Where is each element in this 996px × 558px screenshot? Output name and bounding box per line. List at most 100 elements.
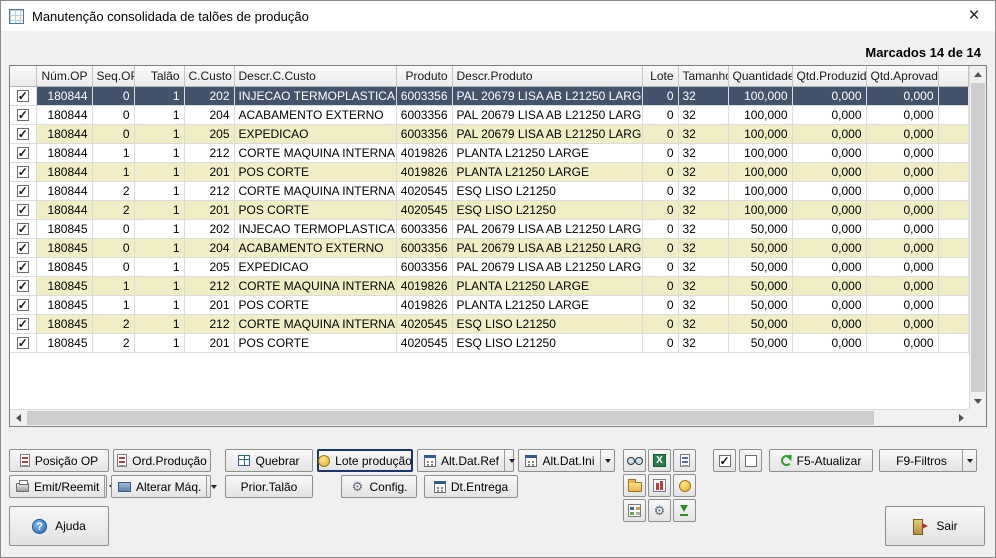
cell-seq_op: 0 — [92, 86, 134, 105]
row-checkbox[interactable] — [17, 166, 29, 178]
alterar-maq-button[interactable]: Alterar Máq. — [111, 475, 211, 498]
horizontal-scrollbar[interactable] — [10, 409, 969, 426]
column-header-qtd_produzida[interactable]: Qtd.Produzida — [792, 66, 866, 86]
row-select-cell[interactable] — [10, 105, 36, 124]
uncheck-all-button[interactable] — [739, 449, 762, 472]
exit-icon — [912, 519, 928, 533]
dropdown-arrow-icon[interactable] — [600, 450, 614, 471]
close-button[interactable] — [953, 1, 995, 31]
column-header-talao[interactable]: Talão — [134, 66, 184, 86]
config-button[interactable]: Config. — [341, 475, 417, 498]
dt-entrega-button[interactable]: Dt.Entrega — [424, 475, 518, 498]
row-checkbox[interactable] — [17, 90, 29, 102]
column-header-produto[interactable]: Produto — [396, 66, 452, 86]
row-select-cell[interactable] — [10, 86, 36, 105]
scroll-left-button[interactable] — [10, 410, 26, 426]
column-header-num_op[interactable]: Núm.OP — [36, 66, 92, 86]
row-checkbox[interactable] — [17, 318, 29, 330]
row-checkbox[interactable] — [17, 299, 29, 311]
column-header-qtd_aprovada[interactable]: Qtd.Aprovada — [866, 66, 938, 86]
dropdown-arrow-icon[interactable] — [504, 450, 518, 471]
report-button[interactable] — [673, 449, 696, 472]
cell-c_custo: 201 — [184, 333, 234, 352]
row-select-cell[interactable] — [10, 238, 36, 257]
row-select-cell[interactable] — [10, 124, 36, 143]
column-header-quantidade[interactable]: Quantidade — [728, 66, 792, 86]
vertical-scrollbar[interactable] — [969, 66, 986, 409]
table-row[interactable]: 18084421212CORTE MAQUINA INTERNA4020545E… — [10, 181, 969, 200]
sair-button[interactable]: Sair — [885, 506, 985, 546]
column-header-seq_op[interactable]: Seq.OP — [92, 66, 134, 86]
row-checkbox[interactable] — [17, 109, 29, 121]
chart-button[interactable] — [648, 474, 671, 497]
table-row[interactable]: 18084421201POS CORTE4020545ESQ LISO L212… — [10, 200, 969, 219]
settings-button[interactable] — [648, 499, 671, 522]
row-checkbox[interactable] — [17, 223, 29, 235]
money-button[interactable] — [673, 474, 696, 497]
column-header-tamanho[interactable]: Tamanho — [678, 66, 728, 86]
horizontal-scroll-thumb[interactable] — [27, 411, 874, 425]
row-select-cell[interactable] — [10, 219, 36, 238]
f5-atualizar-button[interactable]: F5-Atualizar — [769, 449, 873, 472]
lote-producao-button[interactable]: Lote produção — [317, 449, 413, 472]
f9-filtros-button[interactable]: F9-Filtros — [879, 449, 977, 472]
row-checkbox[interactable] — [17, 242, 29, 254]
column-header-select[interactable] — [10, 66, 36, 86]
row-checkbox[interactable] — [17, 185, 29, 197]
row-checkbox[interactable] — [17, 337, 29, 349]
row-select-cell[interactable] — [10, 181, 36, 200]
row-select-cell[interactable] — [10, 162, 36, 181]
table-row[interactable]: 18084501202INJECAO TERMOPLASTICA6003356P… — [10, 219, 969, 238]
download-button[interactable] — [673, 499, 696, 522]
ajuda-button[interactable]: Ajuda — [9, 506, 109, 546]
row-checkbox[interactable] — [17, 280, 29, 292]
table-row[interactable]: 18084511201POS CORTE4019826PLANTA L21250… — [10, 295, 969, 314]
excel-export-button[interactable] — [648, 449, 671, 472]
alt-dat-ini-button[interactable]: Alt.Dat.Ini — [518, 449, 615, 472]
row-select-cell[interactable] — [10, 200, 36, 219]
row-select-cell[interactable] — [10, 276, 36, 295]
app-icon — [9, 9, 24, 24]
row-checkbox[interactable] — [17, 147, 29, 159]
column-header-descr_produto[interactable]: Descr.Produto — [452, 66, 642, 86]
ord-producao-button[interactable]: Ord.Produção — [113, 449, 211, 472]
column-header-descr_c_custo[interactable]: Descr.C.Custo — [234, 66, 396, 86]
table-row[interactable]: 18084521212CORTE MAQUINA INTERNA4020545E… — [10, 314, 969, 333]
posicao-op-button[interactable]: Posição OP — [9, 449, 109, 472]
row-select-cell[interactable] — [10, 295, 36, 314]
scroll-down-button[interactable] — [970, 393, 986, 409]
row-select-cell[interactable] — [10, 257, 36, 276]
table-row[interactable]: 18084401204ACABAMENTO EXTERNO6003356PAL … — [10, 105, 969, 124]
dropdown-arrow-icon[interactable] — [962, 450, 976, 471]
scroll-right-button[interactable] — [953, 410, 969, 426]
quebrar-button[interactable]: Quebrar — [225, 449, 313, 472]
spreadsheet-button[interactable] — [623, 499, 646, 522]
cell-qtd_aprovada: 0,000 — [866, 333, 938, 352]
table-row[interactable]: 18084401202INJECAO TERMOPLASTICA6003356P… — [10, 86, 969, 105]
preview-button[interactable] — [623, 449, 646, 472]
row-select-cell[interactable] — [10, 143, 36, 162]
open-folder-button[interactable] — [623, 474, 646, 497]
scroll-up-button[interactable] — [970, 66, 986, 82]
column-header-lote[interactable]: Lote — [642, 66, 678, 86]
cell-lote: 0 — [642, 257, 678, 276]
table-row[interactable]: 18084501205EXPEDICAO6003356PAL 20679 LIS… — [10, 257, 969, 276]
vertical-scroll-thumb[interactable] — [971, 83, 985, 392]
row-checkbox[interactable] — [17, 261, 29, 273]
table-row[interactable]: 18084411212CORTE MAQUINA INTERNA4019826P… — [10, 143, 969, 162]
row-checkbox[interactable] — [17, 128, 29, 140]
table-row[interactable]: 18084501204ACABAMENTO EXTERNO6003356PAL … — [10, 238, 969, 257]
row-select-cell[interactable] — [10, 333, 36, 352]
row-select-cell[interactable] — [10, 314, 36, 333]
check-all-button[interactable] — [713, 449, 736, 472]
dropdown-arrow-icon[interactable] — [206, 476, 220, 497]
column-header-c_custo[interactable]: C.Custo — [184, 66, 234, 86]
emit-reemit-button[interactable]: Emit/Reemit — [9, 475, 107, 498]
row-checkbox[interactable] — [17, 204, 29, 216]
table-row[interactable]: 18084511212CORTE MAQUINA INTERNA4019826P… — [10, 276, 969, 295]
prior-talao-button[interactable]: Prior.Talão — [225, 475, 313, 498]
alt-dat-ref-button[interactable]: Alt.Dat.Ref — [417, 449, 514, 472]
table-row[interactable]: 18084401205EXPEDICAO6003356PAL 20679 LIS… — [10, 124, 969, 143]
table-row[interactable]: 18084411201POS CORTE4019826PLANTA L21250… — [10, 162, 969, 181]
table-row[interactable]: 18084521201POS CORTE4020545ESQ LISO L212… — [10, 333, 969, 352]
